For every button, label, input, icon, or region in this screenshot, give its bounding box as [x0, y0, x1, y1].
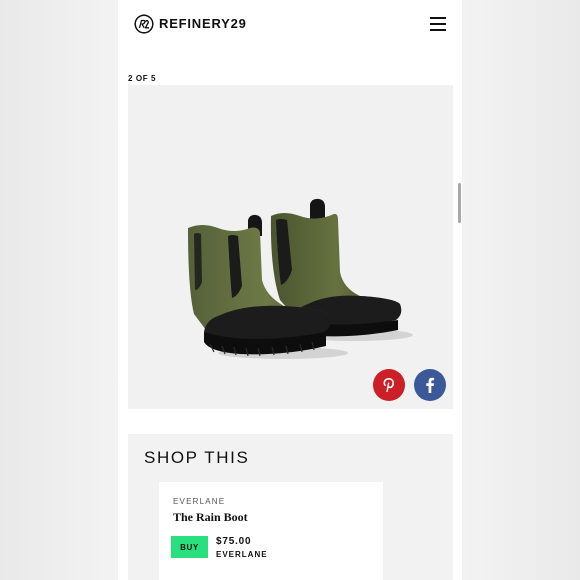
menu-line: [430, 23, 446, 25]
article-page: REFINERY29 2 OF 5 SHOP THIS EVERLANE The…: [118, 0, 462, 580]
scrollbar-thumb[interactable]: [458, 183, 461, 223]
product-card[interactable]: EVERLANE The Rain Boot BUY $75.00 EVERLA…: [159, 482, 383, 580]
background-left: [0, 0, 118, 580]
background-right: [462, 0, 580, 580]
product-image-slide[interactable]: [128, 85, 453, 409]
r29-logo-icon[interactable]: [134, 14, 154, 34]
menu-line: [430, 29, 446, 31]
pinterest-share-button[interactable]: [373, 369, 405, 401]
retailer-name: EVERLANE: [216, 550, 268, 559]
slide-counter: 2 OF 5: [128, 74, 157, 83]
merchant-name: EVERLANE: [173, 497, 226, 506]
buy-button[interactable]: BUY: [171, 536, 208, 558]
menu-line: [430, 17, 446, 19]
shop-this-heading: SHOP THIS: [144, 448, 250, 467]
facebook-icon: [426, 377, 435, 393]
facebook-share-button[interactable]: [414, 369, 446, 401]
pinterest-icon: [383, 378, 394, 392]
rain-boots-image: [188, 198, 413, 359]
top-navigation-bar: REFINERY29: [118, 0, 462, 50]
product-name[interactable]: The Rain Boot: [173, 510, 248, 525]
hamburger-menu-icon[interactable]: [430, 17, 448, 31]
shop-this-section: SHOP THIS EVERLANE The Rain Boot BUY $75…: [128, 434, 453, 580]
brand-wordmark[interactable]: REFINERY29: [159, 16, 247, 31]
product-price: $75.00: [216, 536, 252, 547]
